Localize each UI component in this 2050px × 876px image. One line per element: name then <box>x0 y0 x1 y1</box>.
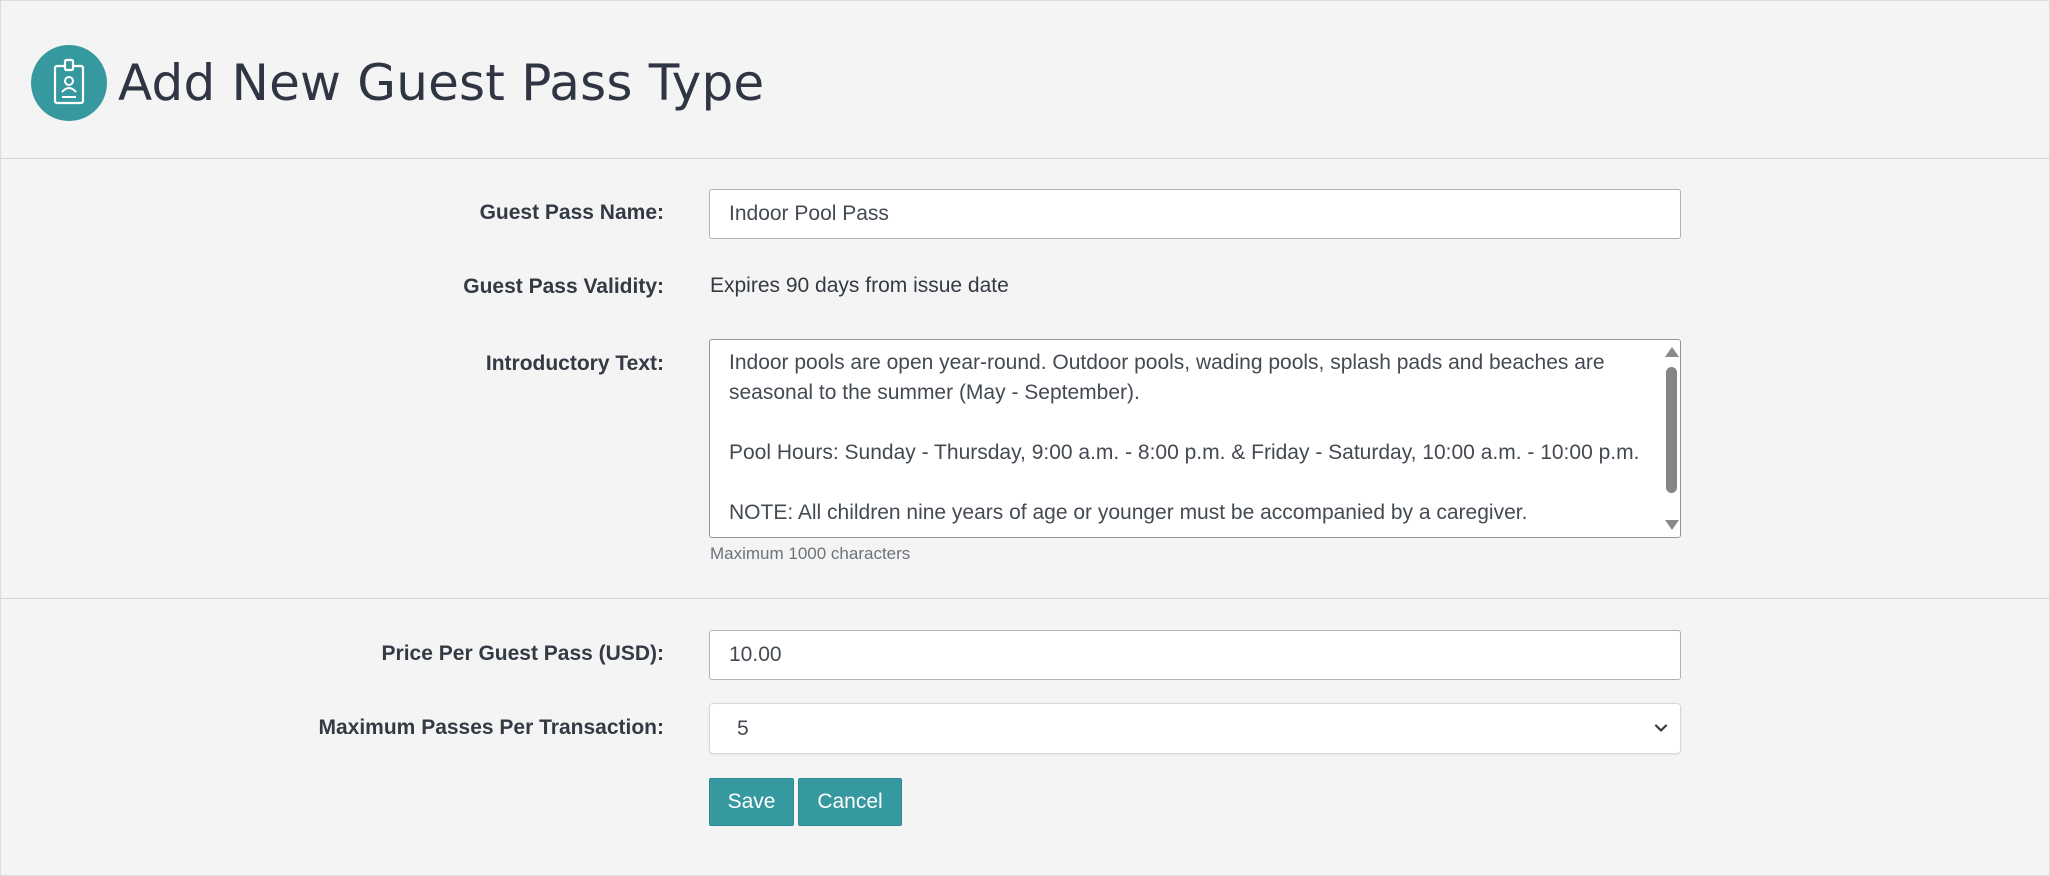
section-divider <box>1 598 2049 599</box>
price-per-pass-label: Price Per Guest Pass (USD): <box>381 642 664 665</box>
save-button[interactable]: Save <box>709 778 794 826</box>
guest-pass-validity-value: Expires 90 days from issue date <box>710 274 1009 297</box>
page: Add New Guest Pass Type Guest Pass Name:… <box>0 0 2050 876</box>
guest-pass-name-input[interactable] <box>709 189 1681 239</box>
intro-paragraph: Indoor pools are open year-round. Outdoo… <box>729 351 1605 404</box>
intro-paragraph: Pool Hours: Sunday - Thursday, 9:00 a.m.… <box>729 441 1640 464</box>
introductory-text-content: Indoor pools are open year-round. Outdoo… <box>729 348 1649 537</box>
max-passes-label: Maximum Passes Per Transaction: <box>318 716 665 739</box>
guest-pass-validity-label: Guest Pass Validity: <box>463 275 664 298</box>
introductory-text-textarea[interactable]: Indoor pools are open year-round. Outdoo… <box>709 339 1681 538</box>
guest-pass-name-label: Guest Pass Name: <box>479 201 664 224</box>
scroll-up-arrow-icon[interactable] <box>1665 347 1679 357</box>
introductory-text-help: Maximum 1000 characters <box>710 544 911 563</box>
id-badge-icon <box>31 45 107 121</box>
textarea-scrollbar[interactable] <box>1662 340 1680 537</box>
price-per-pass-input[interactable] <box>709 630 1681 680</box>
cancel-button[interactable]: Cancel <box>798 778 902 826</box>
page-title: Add New Guest Pass Type <box>118 54 765 112</box>
max-passes-select[interactable]: 5 <box>709 703 1681 754</box>
introductory-text-label: Introductory Text: <box>485 352 664 375</box>
scroll-thumb[interactable] <box>1666 367 1677 493</box>
intro-paragraph: NOTE: All children nine years of age or … <box>729 501 1528 524</box>
page-header: Add New Guest Pass Type <box>1 1 2049 159</box>
scroll-down-arrow-icon[interactable] <box>1665 520 1679 530</box>
max-passes-selected-value: 5 <box>737 717 749 740</box>
chevron-down-icon <box>1654 724 1668 732</box>
